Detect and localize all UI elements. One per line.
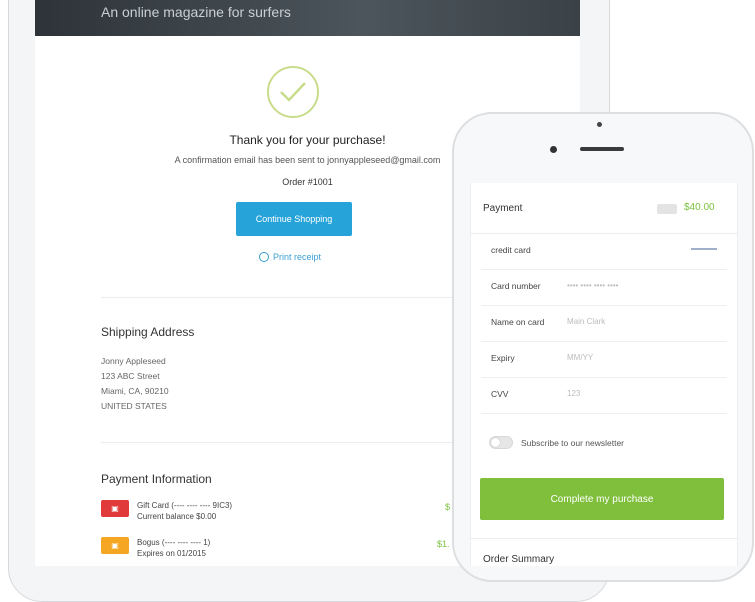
field-placeholder: Main Clark — [567, 317, 606, 326]
payment-method-row: ▣ Gift Card (---- ---- ---- 9IC3) Curren… — [101, 500, 232, 522]
field-label: Card number — [491, 281, 541, 291]
printer-icon — [259, 252, 269, 262]
print-receipt-label: Print receipt — [273, 252, 322, 262]
field-label: Name on card — [491, 317, 545, 327]
divider — [101, 442, 501, 443]
divider — [471, 538, 737, 539]
site-tagline: An online magazine for surfers — [101, 4, 291, 20]
shipping-address: Jonny Appleseed 123 ABC Street Miami, CA… — [101, 354, 169, 414]
address-line: Jonny Appleseed — [101, 356, 166, 366]
payment-title: Payment — [483, 203, 523, 214]
print-receipt-link[interactable]: Print receipt — [259, 252, 321, 262]
payment-type-select[interactable]: credit card — [481, 233, 727, 270]
cart-icon[interactable] — [657, 204, 677, 214]
address-line: 123 ABC Street — [101, 371, 160, 381]
payment-method-name: Bogus (---- ---- ---- 1) — [137, 538, 211, 547]
field-label: Expiry — [491, 353, 515, 363]
field-placeholder: 123 — [567, 389, 581, 398]
newsletter-label: Subscribe to our newsletter — [521, 438, 624, 448]
speaker-grille — [580, 147, 624, 151]
payment-header: Payment $40.00 — [471, 183, 737, 234]
payment-amount: $1. — [437, 539, 450, 549]
header-banner: An online magazine for surfers — [35, 0, 580, 36]
expiry-field[interactable]: Expiry MM/YY — [481, 341, 727, 378]
order-total: $40.00 — [684, 202, 715, 213]
field-placeholder: MM/YY — [567, 353, 594, 362]
card-number-field[interactable]: Card number •••• •••• •••• •••• — [481, 269, 727, 306]
field-label: credit card — [491, 245, 531, 255]
newsletter-toggle[interactable] — [489, 436, 513, 449]
payment-amount: $ — [445, 502, 451, 512]
payment-information-title: Payment Information — [101, 472, 212, 486]
divider — [101, 297, 501, 298]
complete-purchase-button[interactable]: Complete my purchase — [480, 478, 724, 520]
field-label: CVV — [491, 389, 509, 399]
front-camera-icon — [597, 122, 602, 127]
address-line: UNITED STATES — [101, 401, 167, 411]
cvv-field[interactable]: CVV 123 — [481, 377, 727, 414]
success-check-icon — [267, 66, 319, 118]
payment-method-detail: Expires on 01/2015 — [137, 549, 206, 558]
bogus-card-icon: ▣ — [101, 537, 129, 554]
card-type-icon — [691, 248, 717, 250]
address-line: Miami, CA, 90210 — [101, 386, 169, 396]
payment-method-name: Gift Card (---- ---- ---- 9IC3) — [137, 501, 233, 510]
sensor-icon — [550, 146, 557, 153]
order-summary-heading[interactable]: Order Summary — [483, 554, 554, 565]
phone-screen: Payment $40.00 credit card Card number •… — [470, 183, 738, 566]
payment-method-row: ▣ Bogus (---- ---- ---- 1) Expires on 01… — [101, 537, 210, 559]
field-placeholder: •••• •••• •••• •••• — [567, 281, 619, 290]
gift-card-icon: ▣ — [101, 500, 129, 517]
continue-shopping-button[interactable]: Continue Shopping — [236, 202, 352, 236]
payment-method-detail: Current balance $0.00 — [137, 512, 217, 521]
name-on-card-field[interactable]: Name on card Main Clark — [481, 305, 727, 342]
shipping-address-title: Shipping Address — [101, 325, 195, 339]
